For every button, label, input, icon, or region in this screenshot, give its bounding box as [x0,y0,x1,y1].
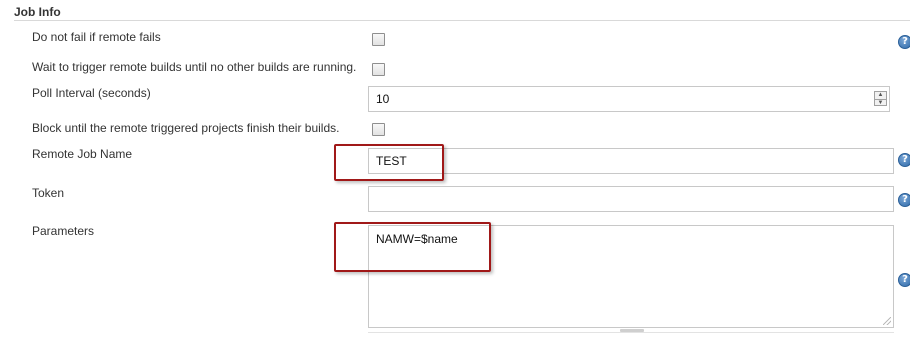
block-until-checkbox[interactable] [372,123,385,136]
help-icon[interactable]: ? [898,35,910,49]
spin-down-icon[interactable]: ▼ [875,99,886,106]
spin-up-icon[interactable]: ▲ [875,92,886,98]
bottom-divider [368,332,894,333]
section-divider [14,20,910,21]
remote-job-name-label: Remote Job Name [32,147,133,161]
do-not-fail-checkbox[interactable] [372,33,385,46]
annotation-highlight-parameters [334,222,491,272]
poll-interval-label: Poll Interval (seconds) [32,86,151,100]
wait-to-trigger-checkbox[interactable] [372,63,385,76]
block-until-label: Block until the remote triggered project… [32,121,340,135]
token-input[interactable] [368,186,894,212]
section-title: Job Info [14,5,61,19]
token-label: Token [32,186,65,200]
help-icon[interactable]: ? [898,153,910,167]
poll-interval-input[interactable]: 10 [368,86,890,112]
do-not-fail-label: Do not fail if remote fails [32,30,161,44]
remote-job-name-input[interactable]: TEST [368,148,894,174]
help-icon[interactable]: ? [898,273,910,287]
parameters-label: Parameters [32,224,95,238]
poll-interval-spinner[interactable]: ▲ ▼ [874,91,887,106]
annotation-highlight-job-name [334,144,444,181]
resize-grip-icon[interactable] [883,317,891,325]
help-icon[interactable]: ? [898,193,910,207]
wait-to-trigger-label: Wait to trigger remote builds until no o… [32,60,357,74]
